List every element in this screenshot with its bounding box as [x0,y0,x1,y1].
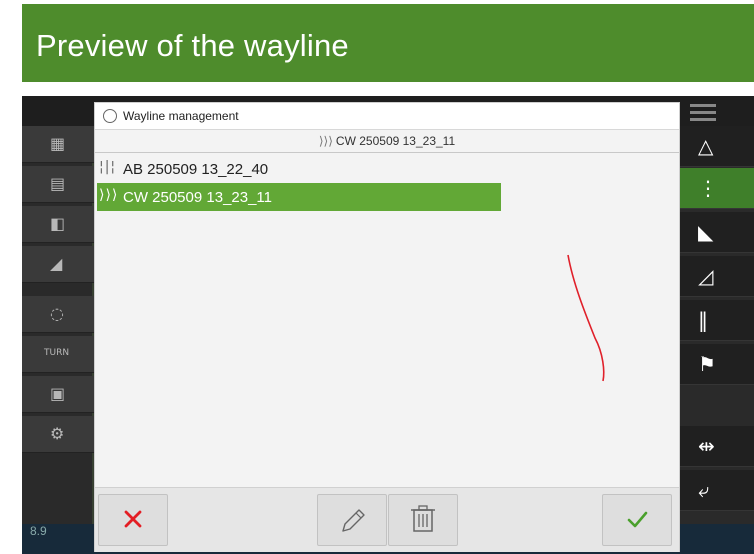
dialog-footer [95,487,679,552]
ab-line-icon: △ [698,134,714,158]
layers-icon: ◧ [50,214,66,233]
cancel-button[interactable] [98,494,168,546]
grid-icon: ▤ [50,174,66,193]
wayline-preview-curve [567,254,605,382]
ab-wayline-icon: ¦|¦ [99,159,117,175]
right-button-3[interactable]: ◣ [680,212,754,253]
wayline-circle-icon [103,109,117,123]
left-button-4[interactable]: ◢ [22,246,94,283]
wayline-management-dialog: Wayline management ⟩⟩⟩ CW 250509 13_23_11… [94,102,680,552]
gear-icon: ⚙ [50,424,65,443]
screen-icon: ▣ [50,384,66,403]
selected-wayline-bar: ⟩⟩⟩ CW 250509 13_23_11 [95,130,679,153]
pencil-icon [342,509,365,532]
left-button-5[interactable]: ◌ [22,296,94,333]
page-title: Preview of the wayline [36,28,349,63]
curve-wayline-icon: ⟩⟩⟩ [99,187,119,203]
trash-icon [411,505,435,532]
lines-add-icon: ‖ [698,308,708,332]
confirm-button[interactable] [602,494,672,546]
right-toolbar: △ ⋮ ◣ ◿ ‖ ⚑ ⇹ ⤶ [680,126,754,526]
right-button-1[interactable]: △ [680,126,754,167]
right-button-8[interactable]: ⤶ [680,470,754,511]
close-icon [124,510,142,528]
left-button-settings[interactable]: ⚙ [22,416,94,453]
wheel-icon: ◌ [50,304,64,323]
track-icon: ⋮ [698,176,718,200]
left-button-7[interactable]: ▣ [22,376,94,413]
field-icon: ◢ [50,254,63,273]
right-button-5[interactable]: ‖ [680,300,754,341]
menu-icon[interactable] [690,104,716,121]
turn-icon: TURN [44,348,70,358]
left-button-3[interactable]: ◧ [22,206,94,243]
dialog-title: Wayline management [123,109,239,123]
wayline-item-label: CW 250509 13_23_11 [123,189,273,206]
left-button-2[interactable]: ▤ [22,166,94,203]
right-button-2[interactable]: ⋮ [680,168,754,209]
boundary-add-icon: ◿ [698,264,714,288]
right-button-6[interactable]: ⚑ [680,344,754,385]
left-toolbar: ▦ ▤ ◧ ◢ ◌ TURN ▣ ⚙ [22,126,94,526]
delete-button[interactable] [388,494,458,546]
title-bar: Preview of the wayline [22,4,754,82]
right-button-7[interactable]: ⇹ [680,426,754,467]
right-button-4[interactable]: ◿ [680,256,754,297]
edit-button[interactable] [317,494,387,546]
wayline-item-label: AB 250509 13_22_40 [123,161,269,178]
status-readout: 8.9 [30,524,47,538]
left-button-1[interactable]: ▦ [22,126,94,163]
wayline-list-item[interactable]: ¦|¦ AB 250509 13_22_40 [97,155,501,183]
curve-wayline-icon: ⟩⟩⟩ [318,134,333,148]
field-add-icon: ◣ [698,220,714,244]
return-icon: ⤶ [698,478,710,502]
width-icon: ⇹ [698,434,715,458]
left-button-turn[interactable]: TURN [22,336,94,373]
flag-add-icon: ⚑ [698,352,716,376]
selected-wayline-label: CW 250509 13_23_11 [335,134,456,148]
dialog-header: Wayline management [95,103,679,130]
check-icon [627,511,648,528]
wayline-list-item-selected[interactable]: ⟩⟩⟩ CW 250509 13_23_11 [97,183,501,211]
map-icon: ▦ [50,134,66,153]
